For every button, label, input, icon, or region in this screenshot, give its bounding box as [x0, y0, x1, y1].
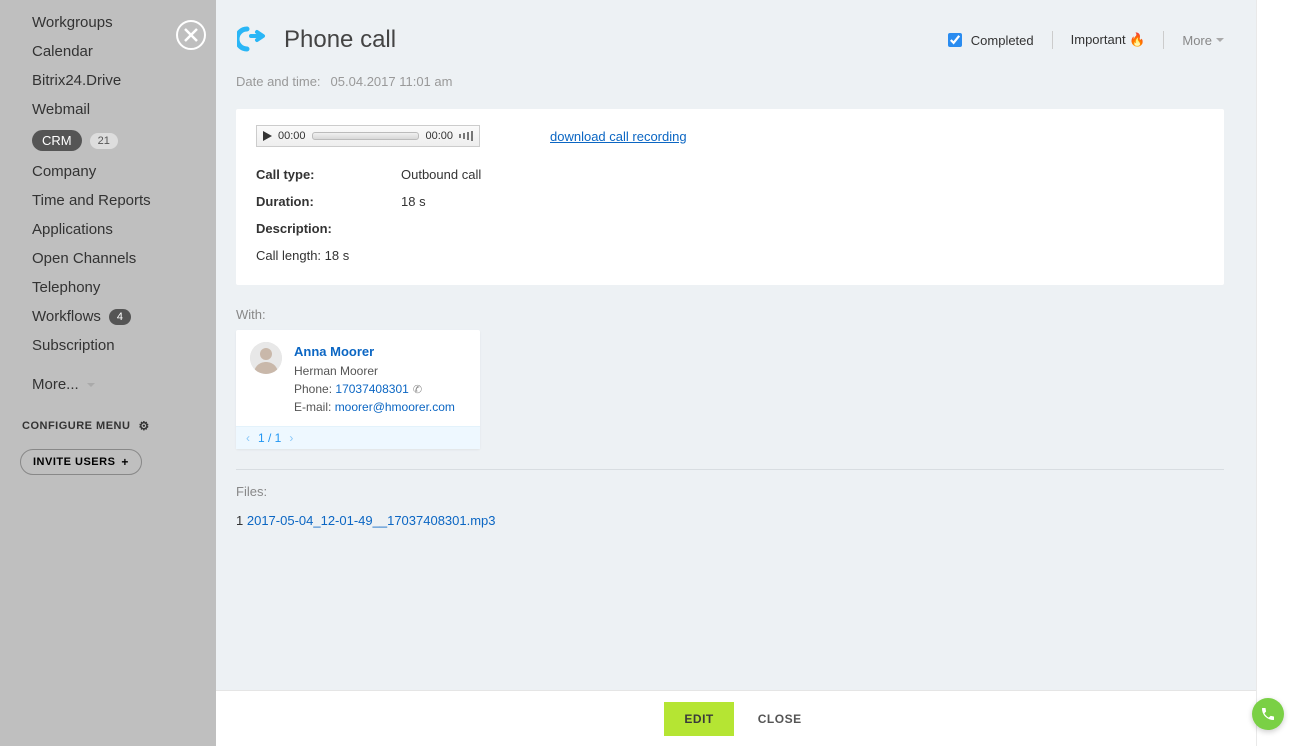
- play-icon[interactable]: [263, 131, 272, 141]
- workflows-badge: 4: [109, 309, 131, 325]
- gear-icon: ⚙: [138, 419, 149, 433]
- configure-menu[interactable]: CONFIGURE MENU ⚙: [0, 399, 216, 433]
- caret-down-icon: [1216, 38, 1224, 42]
- audio-player[interactable]: 00:00 00:00: [256, 125, 480, 147]
- close-icon: [184, 28, 198, 42]
- important-toggle[interactable]: Important 🔥: [1071, 32, 1146, 48]
- page-title: Phone call: [284, 26, 396, 54]
- call-details-box: 00:00 00:00 download call recording Call…: [236, 109, 1224, 285]
- file-link[interactable]: 2017-05-04_12-01-49__17037408301.mp3: [247, 513, 496, 528]
- completed-checkbox[interactable]: Completed: [944, 30, 1034, 50]
- caret-down-icon: [87, 383, 95, 387]
- contact-name-link[interactable]: Anna Moorer: [294, 342, 455, 362]
- sidebar-item-open-channels[interactable]: Open Channels: [0, 244, 216, 273]
- panel-footer: EDIT CLOSE: [216, 690, 1256, 746]
- more-dropdown[interactable]: More: [1182, 33, 1224, 48]
- sidebar-item-time-reports[interactable]: Time and Reports: [0, 186, 216, 215]
- sidebar-item-telephony[interactable]: Telephony: [0, 273, 216, 302]
- contact-phone-link[interactable]: 17037408301: [335, 382, 408, 396]
- download-recording-link[interactable]: download call recording: [550, 129, 687, 144]
- detail-panel: Phone call Completed Important 🔥 More Da…: [216, 0, 1256, 746]
- sidebar-item-workflows[interactable]: Workflows4: [0, 302, 216, 331]
- volume-icon[interactable]: [459, 131, 473, 141]
- sidebar-item-company[interactable]: Company: [0, 157, 216, 186]
- flame-icon: 🔥: [1129, 32, 1145, 47]
- avatar[interactable]: [250, 342, 282, 374]
- close-panel-button[interactable]: [176, 20, 206, 50]
- sidebar-item-drive[interactable]: Bitrix24.Drive: [0, 66, 216, 95]
- plus-icon: +: [121, 455, 129, 469]
- sidebar-item-webmail[interactable]: Webmail: [0, 95, 216, 124]
- phone-fab[interactable]: [1252, 698, 1284, 730]
- sidebar: Workgroups Calendar Bitrix24.Drive Webma…: [0, 0, 216, 746]
- contact-company: Herman Moorer: [294, 362, 455, 380]
- contact-pager: ‹ 1 / 1 ›: [236, 426, 480, 449]
- phone-icon: [1260, 706, 1276, 722]
- crm-badge: 21: [90, 133, 118, 149]
- sidebar-item-more[interactable]: More...: [0, 370, 216, 399]
- phone-icon[interactable]: ✆: [413, 384, 422, 396]
- contact-email-link[interactable]: moorer@hmoorer.com: [335, 400, 455, 414]
- pager-next[interactable]: ›: [289, 431, 293, 445]
- sidebar-item-subscription[interactable]: Subscription: [0, 331, 216, 360]
- seek-bar[interactable]: [312, 132, 420, 140]
- right-rail: [1256, 0, 1300, 746]
- edit-button[interactable]: EDIT: [664, 702, 733, 736]
- datetime-row: Date and time:05.04.2017 11:01 am: [236, 74, 1224, 89]
- sidebar-item-applications[interactable]: Applications: [0, 215, 216, 244]
- close-button[interactable]: CLOSE: [752, 711, 808, 727]
- pager-prev[interactable]: ‹: [246, 431, 250, 445]
- contact-card: Anna Moorer Herman Moorer Phone: 1703740…: [236, 330, 480, 449]
- with-label: With:: [236, 307, 1224, 322]
- files-label: Files:: [236, 484, 1224, 499]
- invite-users-button[interactable]: INVITE USERS+: [20, 449, 142, 475]
- outbound-call-icon: [236, 24, 268, 56]
- sidebar-item-crm[interactable]: CRM21: [0, 124, 216, 157]
